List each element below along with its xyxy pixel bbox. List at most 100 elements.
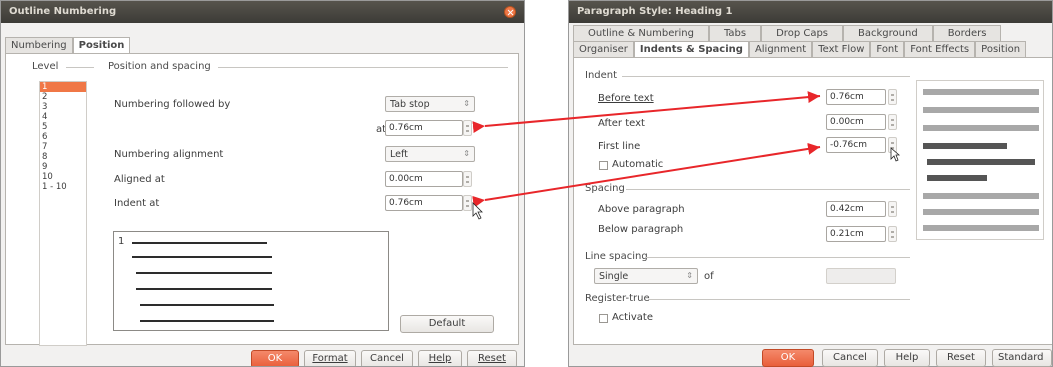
preview-bar [927,159,1035,165]
level-item[interactable]: 1 [40,82,86,92]
indent-at-input[interactable]: 0.76cm [385,195,463,211]
level-item[interactable]: 7 [40,142,86,152]
tab-alignment[interactable]: Alignment [748,41,813,57]
level-list[interactable]: 1 2 3 4 5 6 7 8 9 10 1 - 10 [39,81,87,346]
help-button[interactable]: Help [418,350,462,366]
tab-text-flow[interactable]: Text Flow [812,41,871,57]
indent-at-spinner[interactable] [463,195,472,211]
indent-at-label: Indent at [114,198,160,209]
tab-font[interactable]: Font [870,41,905,57]
preview-line [132,256,272,258]
after-text-input[interactable]: 0.00cm [826,114,886,130]
before-text-input[interactable]: 0.76cm [826,89,886,105]
register-true-group-label: Register-true [585,293,650,304]
preview-bar [923,209,1039,215]
tab-borders[interactable]: Borders [932,25,1002,41]
help-button-right[interactable]: Help [884,349,930,367]
line-spacing-divider [645,257,910,258]
preview-bar [927,175,987,181]
tab-row-1: Outline & Numbering Tabs Drop Caps Backgrou… [573,25,1002,41]
preview-number: 1 [118,236,125,247]
ok-button-right[interactable]: OK [762,349,814,367]
tab-tabs[interactable]: Tabs [708,25,762,41]
reset-button[interactable]: Reset [467,350,517,366]
numbering-alignment-label: Numbering alignment [114,149,224,160]
line-spacing-value-input[interactable] [826,268,896,284]
cancel-button[interactable]: Cancel [361,350,413,366]
preview-bar [923,225,1039,231]
of-label: of [704,271,714,282]
level-divider [66,67,94,68]
after-text-spinner[interactable] [888,114,897,130]
level-item[interactable]: 4 [40,112,86,122]
level-item[interactable]: 6 [40,132,86,142]
preview-bar [923,89,1039,95]
default-button[interactable]: Default [400,315,494,333]
indent-divider [622,76,910,77]
tab-bar: Numbering Position [5,37,131,53]
numbering-preview: 1 [113,231,389,331]
aligned-at-spinner[interactable] [463,171,472,187]
tab-position[interactable]: Position [72,37,131,53]
before-text-label: Before text [598,93,654,104]
at-input[interactable]: 0.76cm [385,120,463,136]
level-item[interactable]: 3 [40,102,86,112]
dialog-titlebar: Paragraph Style: Heading 1 [569,1,1052,23]
chevron-updown-icon: ⇕ [463,149,470,158]
level-item[interactable]: 2 [40,92,86,102]
position-divider [218,67,508,68]
level-item[interactable]: 8 [40,152,86,162]
automatic-checkbox[interactable] [599,161,608,170]
numbering-followed-by-label: Numbering followed by [114,99,231,110]
level-item[interactable]: 5 [40,122,86,132]
level-item[interactable]: 9 [40,162,86,172]
level-group-label: Level [32,61,59,72]
tab-indents-spacing[interactable]: Indents & Spacing [633,41,749,57]
tab-row-2: Organiser Indents & Spacing Alignment Text … [573,41,1027,57]
tab-drop-caps[interactable]: Drop Caps [761,25,844,41]
indent-group-label: Indent [585,70,618,81]
format-button[interactable]: Format [304,350,356,366]
dialog-title: Paragraph Style: Heading 1 [577,6,733,17]
tab-organiser[interactable]: Organiser [573,41,634,57]
below-paragraph-spinner[interactable] [888,226,897,242]
ok-button[interactable]: OK [251,350,299,366]
preview-line [140,304,274,306]
dialog-titlebar: Outline Numbering [1,1,524,23]
cancel-button-right[interactable]: Cancel [822,349,878,367]
tab-numbering[interactable]: Numbering [5,37,73,53]
above-paragraph-label: Above paragraph [598,204,685,215]
preview-line [132,242,267,244]
spacing-group-label: Spacing [585,183,625,194]
tab-background[interactable]: Background [843,25,933,41]
chevron-updown-icon: ⇕ [686,271,693,280]
above-paragraph-input[interactable]: 0.42cm [826,201,886,217]
standard-button[interactable]: Standard [992,349,1052,367]
automatic-label: Automatic [612,159,664,170]
tab-font-effects[interactable]: Font Effects [904,41,976,57]
activate-label: Activate [612,312,653,323]
numbering-followed-by-select[interactable]: Tab stop ⇕ [385,96,475,112]
at-spinner[interactable] [463,120,472,136]
level-item[interactable]: 10 [40,172,86,182]
aligned-at-input[interactable]: 0.00cm [385,171,463,187]
numbering-alignment-select[interactable]: Left ⇕ [385,146,475,162]
close-icon[interactable] [504,6,516,18]
preview-bar [923,143,1007,149]
tab-position[interactable]: Position [975,41,1027,57]
preview-bar [923,107,1039,113]
aligned-at-label: Aligned at [114,174,165,185]
first-line-spinner[interactable] [888,137,897,153]
line-spacing-select[interactable]: Single ⇕ [594,268,698,284]
level-item[interactable]: 1 - 10 [40,182,86,192]
before-text-spinner[interactable] [888,89,897,105]
chevron-updown-icon: ⇕ [463,99,470,108]
above-paragraph-spinner[interactable] [888,201,897,217]
reset-button-right[interactable]: Reset [936,349,986,367]
below-paragraph-input[interactable]: 0.21cm [826,226,886,242]
first-line-input[interactable]: -0.76cm [826,137,886,153]
tab-outline-numbering[interactable]: Outline & Numbering [573,25,709,41]
line-spacing-group-label: Line spacing [585,251,648,262]
activate-checkbox[interactable] [599,314,608,323]
preview-line [136,288,272,290]
